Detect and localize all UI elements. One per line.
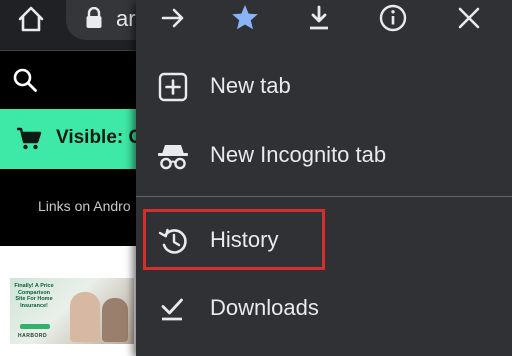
ad-person-illustration [70, 292, 100, 342]
close-icon[interactable] [454, 3, 484, 33]
new-tab-icon [158, 72, 188, 102]
promo-text: Visible: C [56, 127, 143, 148]
ad-headline: Finally! A Price Comparison Site For Hom… [14, 283, 54, 309]
menu-item-new-incognito-tab[interactable]: New Incognito tab [136, 128, 512, 184]
history-highlight-box [143, 209, 325, 270]
download-icon[interactable] [304, 3, 334, 33]
ad-logo: HARBORD [18, 333, 48, 339]
incognito-icon [158, 145, 188, 170]
star-filled-icon[interactable] [230, 3, 260, 33]
info-icon[interactable] [378, 3, 408, 33]
ad-cta-button[interactable] [20, 324, 50, 329]
overflow-menu: New tab New Incognito tab History Downlo… [136, 0, 512, 356]
menu-item-label: Downloads [210, 295, 319, 320]
menu-item-new-tab[interactable]: New tab [136, 59, 512, 115]
search-icon[interactable] [12, 67, 38, 93]
downloads-check-icon [161, 298, 183, 321]
subnav-text: Links on Andro [38, 198, 131, 214]
menu-divider [136, 196, 512, 197]
menu-item-label: New tab [210, 73, 291, 98]
lock-icon [86, 7, 102, 28]
ad-banner[interactable]: Finally! A Price Comparison Site For Hom… [10, 278, 134, 344]
home-icon[interactable] [15, 3, 47, 35]
menu-top-icon-row [136, 0, 512, 40]
address-bar-url: ar [116, 6, 136, 31]
menu-item-label: New Incognito tab [210, 142, 387, 167]
forward-arrow-icon[interactable] [158, 3, 188, 33]
shopping-cart-icon [17, 127, 42, 150]
ad-person-illustration [102, 298, 128, 342]
menu-item-downloads[interactable]: Downloads [136, 281, 512, 337]
